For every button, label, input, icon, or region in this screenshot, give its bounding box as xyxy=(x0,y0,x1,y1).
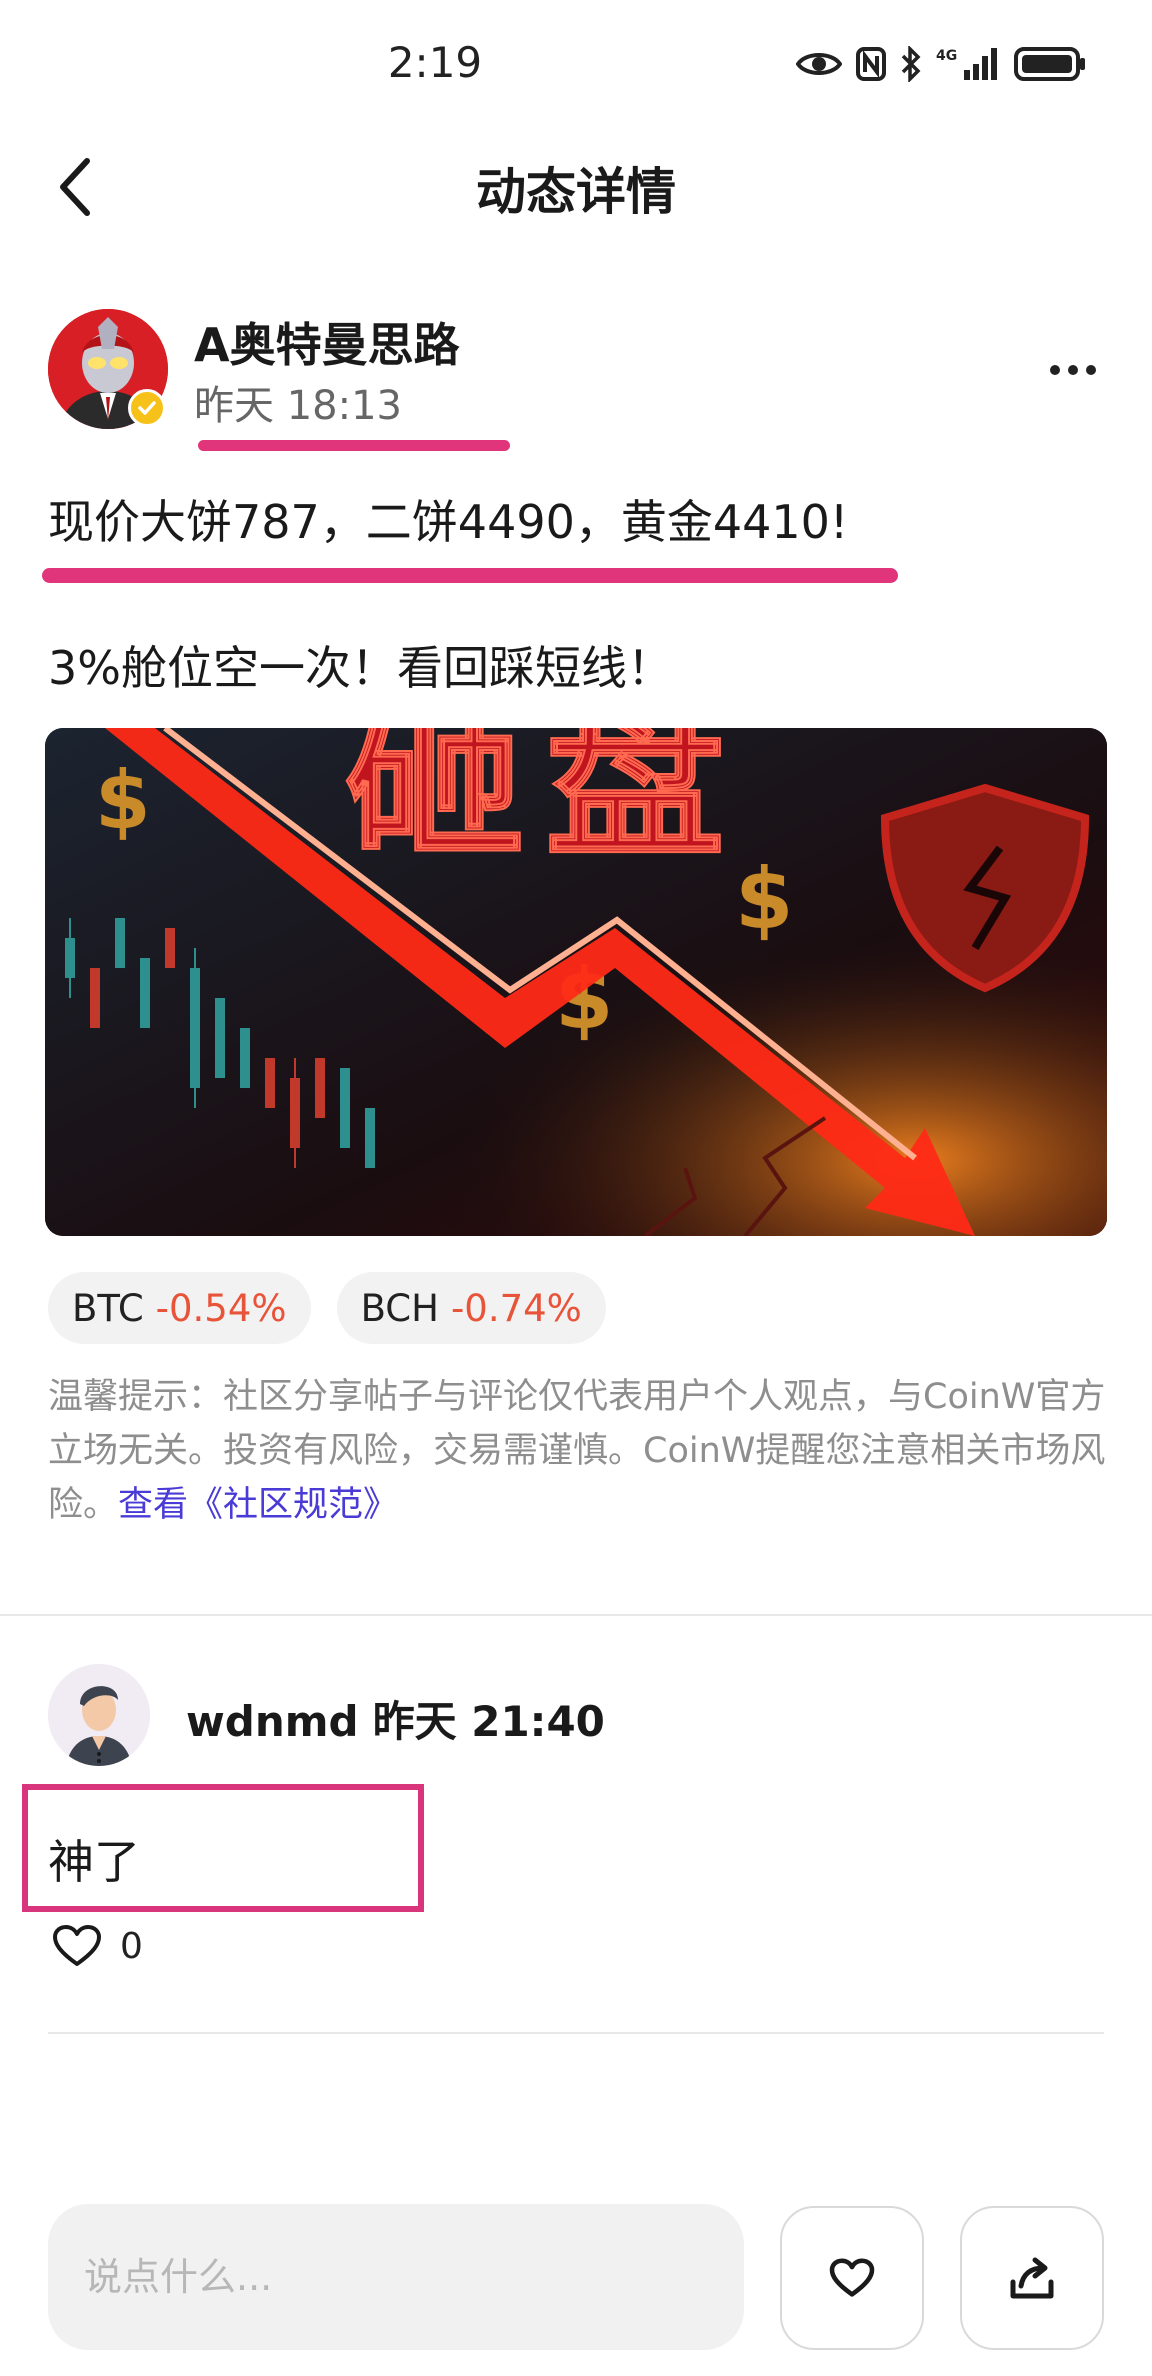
coin-symbol: BTC xyxy=(72,1286,144,1330)
bluetooth-icon xyxy=(900,46,922,82)
heart-icon xyxy=(53,1925,101,1966)
verified-badge-icon xyxy=(128,389,166,427)
highlight-underline xyxy=(198,440,510,451)
status-icons: 4G xyxy=(796,46,1086,82)
highlight-underline xyxy=(42,568,898,583)
status-time: 2:19 xyxy=(387,38,483,87)
comment-time: 昨天 21:40 xyxy=(372,1697,605,1746)
divider xyxy=(0,1614,1152,1616)
coin-tags: BTC -0.54% BCH -0.74% xyxy=(48,1272,606,1344)
signal-4g-icon: 4G xyxy=(936,46,1000,82)
share-icon xyxy=(1010,2257,1054,2299)
disclaimer: 温馨提示：社区分享帖子与评论仅代表用户个人观点，与CoinW官方立场无关。投资有… xyxy=(48,1370,1108,1532)
comment-meta: wdnmd 昨天 21:40 xyxy=(186,1688,605,1749)
more-dot xyxy=(1068,365,1078,375)
divider xyxy=(48,2032,1104,2034)
comment-username[interactable]: wdnmd xyxy=(186,1697,359,1746)
comment-text: 神了 xyxy=(48,1835,140,1889)
nfc-icon xyxy=(856,47,886,81)
like-button[interactable] xyxy=(780,2206,924,2350)
more-dot xyxy=(1086,365,1096,375)
dollar-icon: $ xyxy=(95,754,151,847)
post-author: A奥特曼思路 昨天 18:13 xyxy=(48,305,1108,435)
post-text-line1: 现价大饼787，二饼4490，黄金4410! xyxy=(48,495,849,549)
page-title: 动态详情 xyxy=(476,163,676,221)
eye-icon xyxy=(796,49,842,79)
community-guidelines-link[interactable]: 查看《社区规范》 xyxy=(118,1485,398,1525)
comment-like-count: 0 xyxy=(120,1925,143,1967)
header: 动态详情 xyxy=(0,130,1152,240)
status-bar: 2:19 4G xyxy=(0,0,1152,130)
comment-like-button[interactable]: 0 xyxy=(52,1924,143,1968)
coin-change: -0.54% xyxy=(155,1286,287,1330)
more-dot xyxy=(1050,365,1060,375)
coin-tag-btc[interactable]: BTC -0.54% xyxy=(48,1272,311,1344)
comment-avatar[interactable] xyxy=(48,1664,150,1766)
author-name[interactable]: A奥特曼思路 xyxy=(194,309,460,375)
share-button[interactable] xyxy=(960,2206,1104,2350)
image-headline: 砸盘 xyxy=(345,728,745,883)
heart-icon xyxy=(829,2258,875,2297)
dollar-icon: $ xyxy=(735,850,793,948)
coin-symbol: BCH xyxy=(360,1286,439,1330)
post-text-line2: 3%舱位空一次！看回踩短线！ xyxy=(48,641,673,695)
post-time: 昨天 18:13 xyxy=(194,383,402,429)
coin-change: -0.74% xyxy=(450,1286,582,1330)
battery-icon xyxy=(1014,46,1086,82)
more-options-button[interactable] xyxy=(1038,345,1108,395)
network-label: 4G xyxy=(936,48,957,64)
post-image[interactable]: 砸盘 $ $ $ xyxy=(45,728,1107,1236)
comment-input[interactable] xyxy=(48,2204,744,2350)
coin-tag-bch[interactable]: BCH -0.74% xyxy=(336,1272,606,1344)
